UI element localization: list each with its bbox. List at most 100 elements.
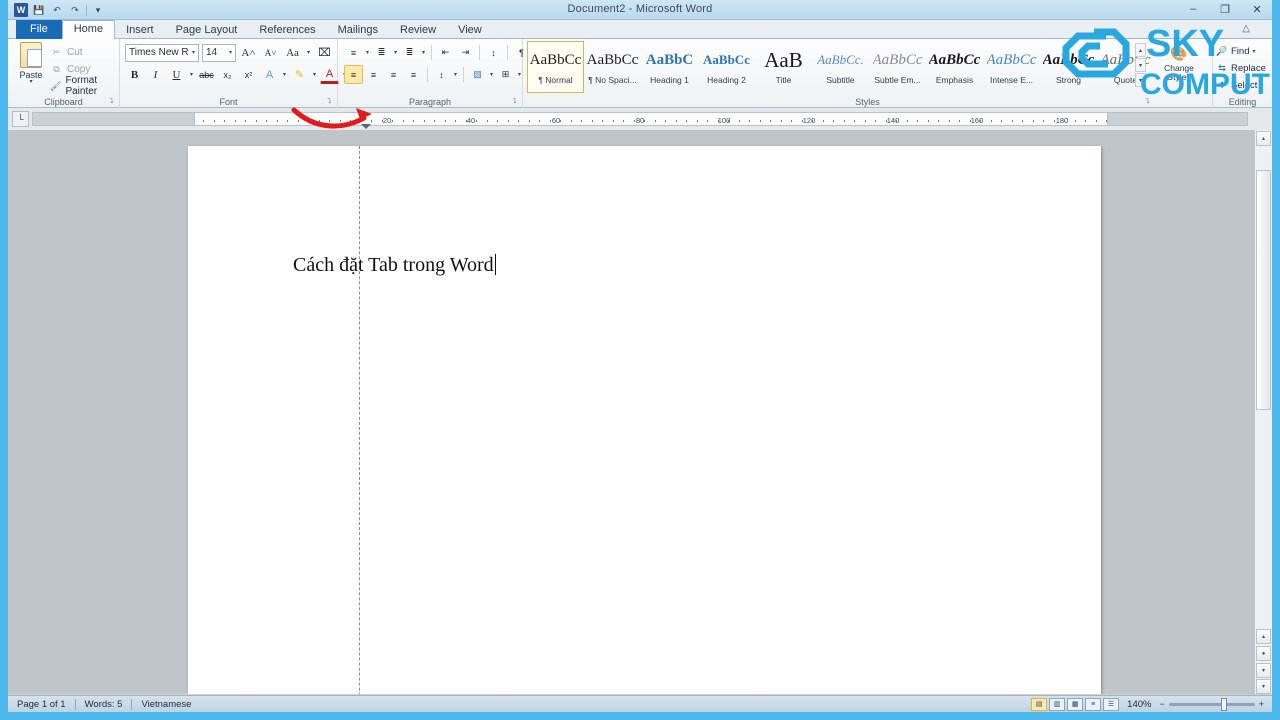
zoom-out-button[interactable]: − bbox=[1159, 699, 1164, 709]
vertical-scrollbar[interactable]: ▴ ▴ ● ▾ ▾ bbox=[1254, 130, 1272, 694]
zoom-slider[interactable] bbox=[1168, 697, 1255, 711]
change-styles-button[interactable]: 🎨 Change Styles bbox=[1153, 45, 1205, 82]
help-icon[interactable]: △ bbox=[1242, 23, 1250, 34]
font-name-combo[interactable]: Times New Rom ▾ bbox=[125, 43, 199, 62]
bold-button[interactable]: B bbox=[125, 65, 144, 84]
scroll-down-button[interactable]: ▾ bbox=[1256, 679, 1271, 694]
grow-font-button[interactable]: A˄ bbox=[239, 43, 258, 62]
zoom-in-button[interactable]: + bbox=[1259, 699, 1264, 709]
align-right-button[interactable]: ≡ bbox=[384, 65, 403, 84]
tab-page-layout[interactable]: Page Layout bbox=[165, 21, 249, 39]
horizontal-ruler[interactable]: └ 20 40 60 80 100 120 140 160 180 bbox=[8, 108, 1272, 130]
find-button[interactable]: 🔎 Find ▾ bbox=[1216, 45, 1255, 57]
styles-scroll-up-icon[interactable]: ▴ bbox=[1135, 43, 1146, 57]
previous-page-button[interactable]: ▴ bbox=[1256, 629, 1271, 644]
select-arrow[interactable]: ▾ bbox=[1260, 82, 1263, 89]
window-controls[interactable]: – ❐ ✕ bbox=[1182, 1, 1268, 17]
increase-indent-button[interactable]: ⇥ bbox=[456, 43, 475, 62]
paste-dropdown-arrow[interactable]: ▾ bbox=[29, 79, 32, 85]
clear-formatting-button[interactable]: ⌧ bbox=[315, 43, 334, 62]
paragraph-dialog-launcher[interactable]: ⮧ bbox=[510, 97, 519, 106]
browse-object-button[interactable]: ● bbox=[1256, 646, 1271, 661]
style-item[interactable]: AaBbCc Strong bbox=[1040, 41, 1097, 93]
tab-stop-selector[interactable]: └ bbox=[12, 111, 29, 127]
next-page-button[interactable]: ▾ bbox=[1256, 663, 1271, 678]
close-button[interactable]: ✕ bbox=[1246, 1, 1268, 17]
decrease-indent-button[interactable]: ⇤ bbox=[436, 43, 455, 62]
highlight-color-button[interactable]: ✎ bbox=[290, 65, 309, 84]
format-painter-button[interactable]: 🖌 Format Painter bbox=[50, 75, 119, 97]
tab-mailings[interactable]: Mailings bbox=[327, 21, 389, 39]
tab-review[interactable]: Review bbox=[389, 21, 447, 39]
sort-button[interactable]: ↕ bbox=[484, 43, 503, 62]
tab-view[interactable]: View bbox=[447, 21, 493, 39]
line-spacing-arrow[interactable]: ▾ bbox=[452, 71, 459, 78]
bullets-arrow[interactable]: ▾ bbox=[364, 49, 371, 56]
font-name-arrow[interactable]: ▾ bbox=[189, 49, 195, 56]
align-left-button[interactable]: ≡ bbox=[344, 65, 363, 84]
font-size-arrow[interactable]: ▾ bbox=[226, 49, 232, 56]
tab-insert[interactable]: Insert bbox=[115, 21, 165, 39]
multilevel-arrow[interactable]: ▾ bbox=[420, 49, 427, 56]
view-button-web-layout[interactable]: ▦ bbox=[1067, 697, 1084, 711]
style-item[interactable]: AaBbCc ¶ Normal bbox=[527, 41, 584, 93]
scroll-thumb[interactable] bbox=[1256, 170, 1271, 410]
select-button[interactable]: ❖ Select ▾ bbox=[1216, 79, 1263, 91]
page-indicator[interactable]: Page 1 of 1 bbox=[8, 699, 75, 710]
underline-button[interactable]: U bbox=[167, 65, 186, 84]
tab-file[interactable]: File bbox=[16, 20, 62, 39]
view-button-print-layout[interactable]: ▤ bbox=[1031, 697, 1048, 711]
tab-home[interactable]: Home bbox=[61, 20, 116, 39]
replace-button[interactable]: ⇆ Replace bbox=[1216, 62, 1266, 74]
style-item[interactable]: AaBbCc Intense E... bbox=[983, 41, 1040, 93]
view-button-draft[interactable]: ☰ bbox=[1103, 697, 1120, 711]
minimize-button[interactable]: – bbox=[1182, 1, 1204, 17]
ruler-track[interactable]: 20 40 60 80 100 120 140 160 180 bbox=[194, 112, 1108, 126]
change-case-arrow[interactable]: ▾ bbox=[305, 49, 312, 56]
text-effects-button[interactable]: A bbox=[260, 65, 279, 84]
zoom-level[interactable]: 140% bbox=[1123, 699, 1155, 710]
font-size-combo[interactable]: 14 ▾ bbox=[202, 43, 236, 62]
document-paragraph[interactable]: Cách đặt Tab trong Word bbox=[293, 254, 496, 277]
bullets-button[interactable]: ≡ bbox=[344, 43, 363, 62]
subscript-button[interactable]: x₂ bbox=[218, 65, 237, 84]
document-canvas[interactable]: Cách đặt Tab trong Word bbox=[8, 130, 1254, 694]
borders-button[interactable]: ⊞ bbox=[496, 65, 515, 84]
styles-dialog-launcher[interactable]: ⮧ bbox=[1143, 97, 1152, 106]
style-item[interactable]: AaB Title bbox=[755, 41, 812, 93]
borders-arrow[interactable]: ▾ bbox=[516, 71, 523, 78]
style-item[interactable]: AaBbCc Heading 2 bbox=[698, 41, 755, 93]
word-count[interactable]: Words: 5 bbox=[76, 699, 132, 710]
align-center-button[interactable]: ≡ bbox=[364, 65, 383, 84]
paste-button[interactable]: Paste ▾ bbox=[14, 42, 48, 94]
style-item[interactable]: AaBbCc. Subtitle bbox=[812, 41, 869, 93]
numbering-arrow[interactable]: ▾ bbox=[392, 49, 399, 56]
first-line-indent-marker[interactable] bbox=[361, 111, 369, 116]
find-arrow[interactable]: ▾ bbox=[1252, 48, 1255, 55]
view-button-full-screen-reading[interactable]: ▥ bbox=[1049, 697, 1066, 711]
underline-arrow[interactable]: ▾ bbox=[188, 71, 195, 78]
view-buttons[interactable]: ▤ ▥ ▦ ≡ ☰ bbox=[1031, 697, 1120, 711]
cut-button[interactable]: ✂ Cut bbox=[50, 44, 83, 60]
style-item[interactable]: AaBbCc Subtle Em... bbox=[869, 41, 926, 93]
clipboard-dialog-launcher[interactable]: ⮧ bbox=[107, 97, 116, 106]
tab-references[interactable]: References bbox=[248, 21, 326, 39]
font-color-button[interactable]: A bbox=[320, 65, 339, 84]
maximize-button[interactable]: ❐ bbox=[1214, 1, 1236, 17]
styles-more-icon[interactable]: ▾ bbox=[1135, 73, 1146, 87]
shrink-font-button[interactable]: A˅ bbox=[261, 43, 280, 62]
styles-scroll-down-icon[interactable]: ▾ bbox=[1135, 58, 1146, 72]
multilevel-list-button[interactable]: ≣ bbox=[400, 43, 419, 62]
zoom-slider-thumb[interactable] bbox=[1220, 697, 1227, 711]
styles-gallery[interactable]: AaBbCc ¶ Normal AaBbCc ¶ No Spaci... AaBbC He… bbox=[527, 41, 1154, 93]
tab-stop-marker[interactable] bbox=[361, 124, 371, 129]
highlight-arrow[interactable]: ▾ bbox=[311, 71, 318, 78]
justify-button[interactable]: ≡ bbox=[404, 65, 423, 84]
line-spacing-button[interactable]: ↕ bbox=[432, 65, 451, 84]
numbering-button[interactable]: ≣ bbox=[372, 43, 391, 62]
styles-gallery-scroll[interactable]: ▴ ▾ ▾ bbox=[1135, 43, 1146, 87]
font-dialog-launcher[interactable]: ⮧ bbox=[325, 97, 334, 106]
change-case-button[interactable]: Aa bbox=[283, 43, 302, 62]
scroll-up-button[interactable]: ▴ bbox=[1256, 131, 1271, 146]
document-page[interactable]: Cách đặt Tab trong Word bbox=[188, 146, 1101, 694]
